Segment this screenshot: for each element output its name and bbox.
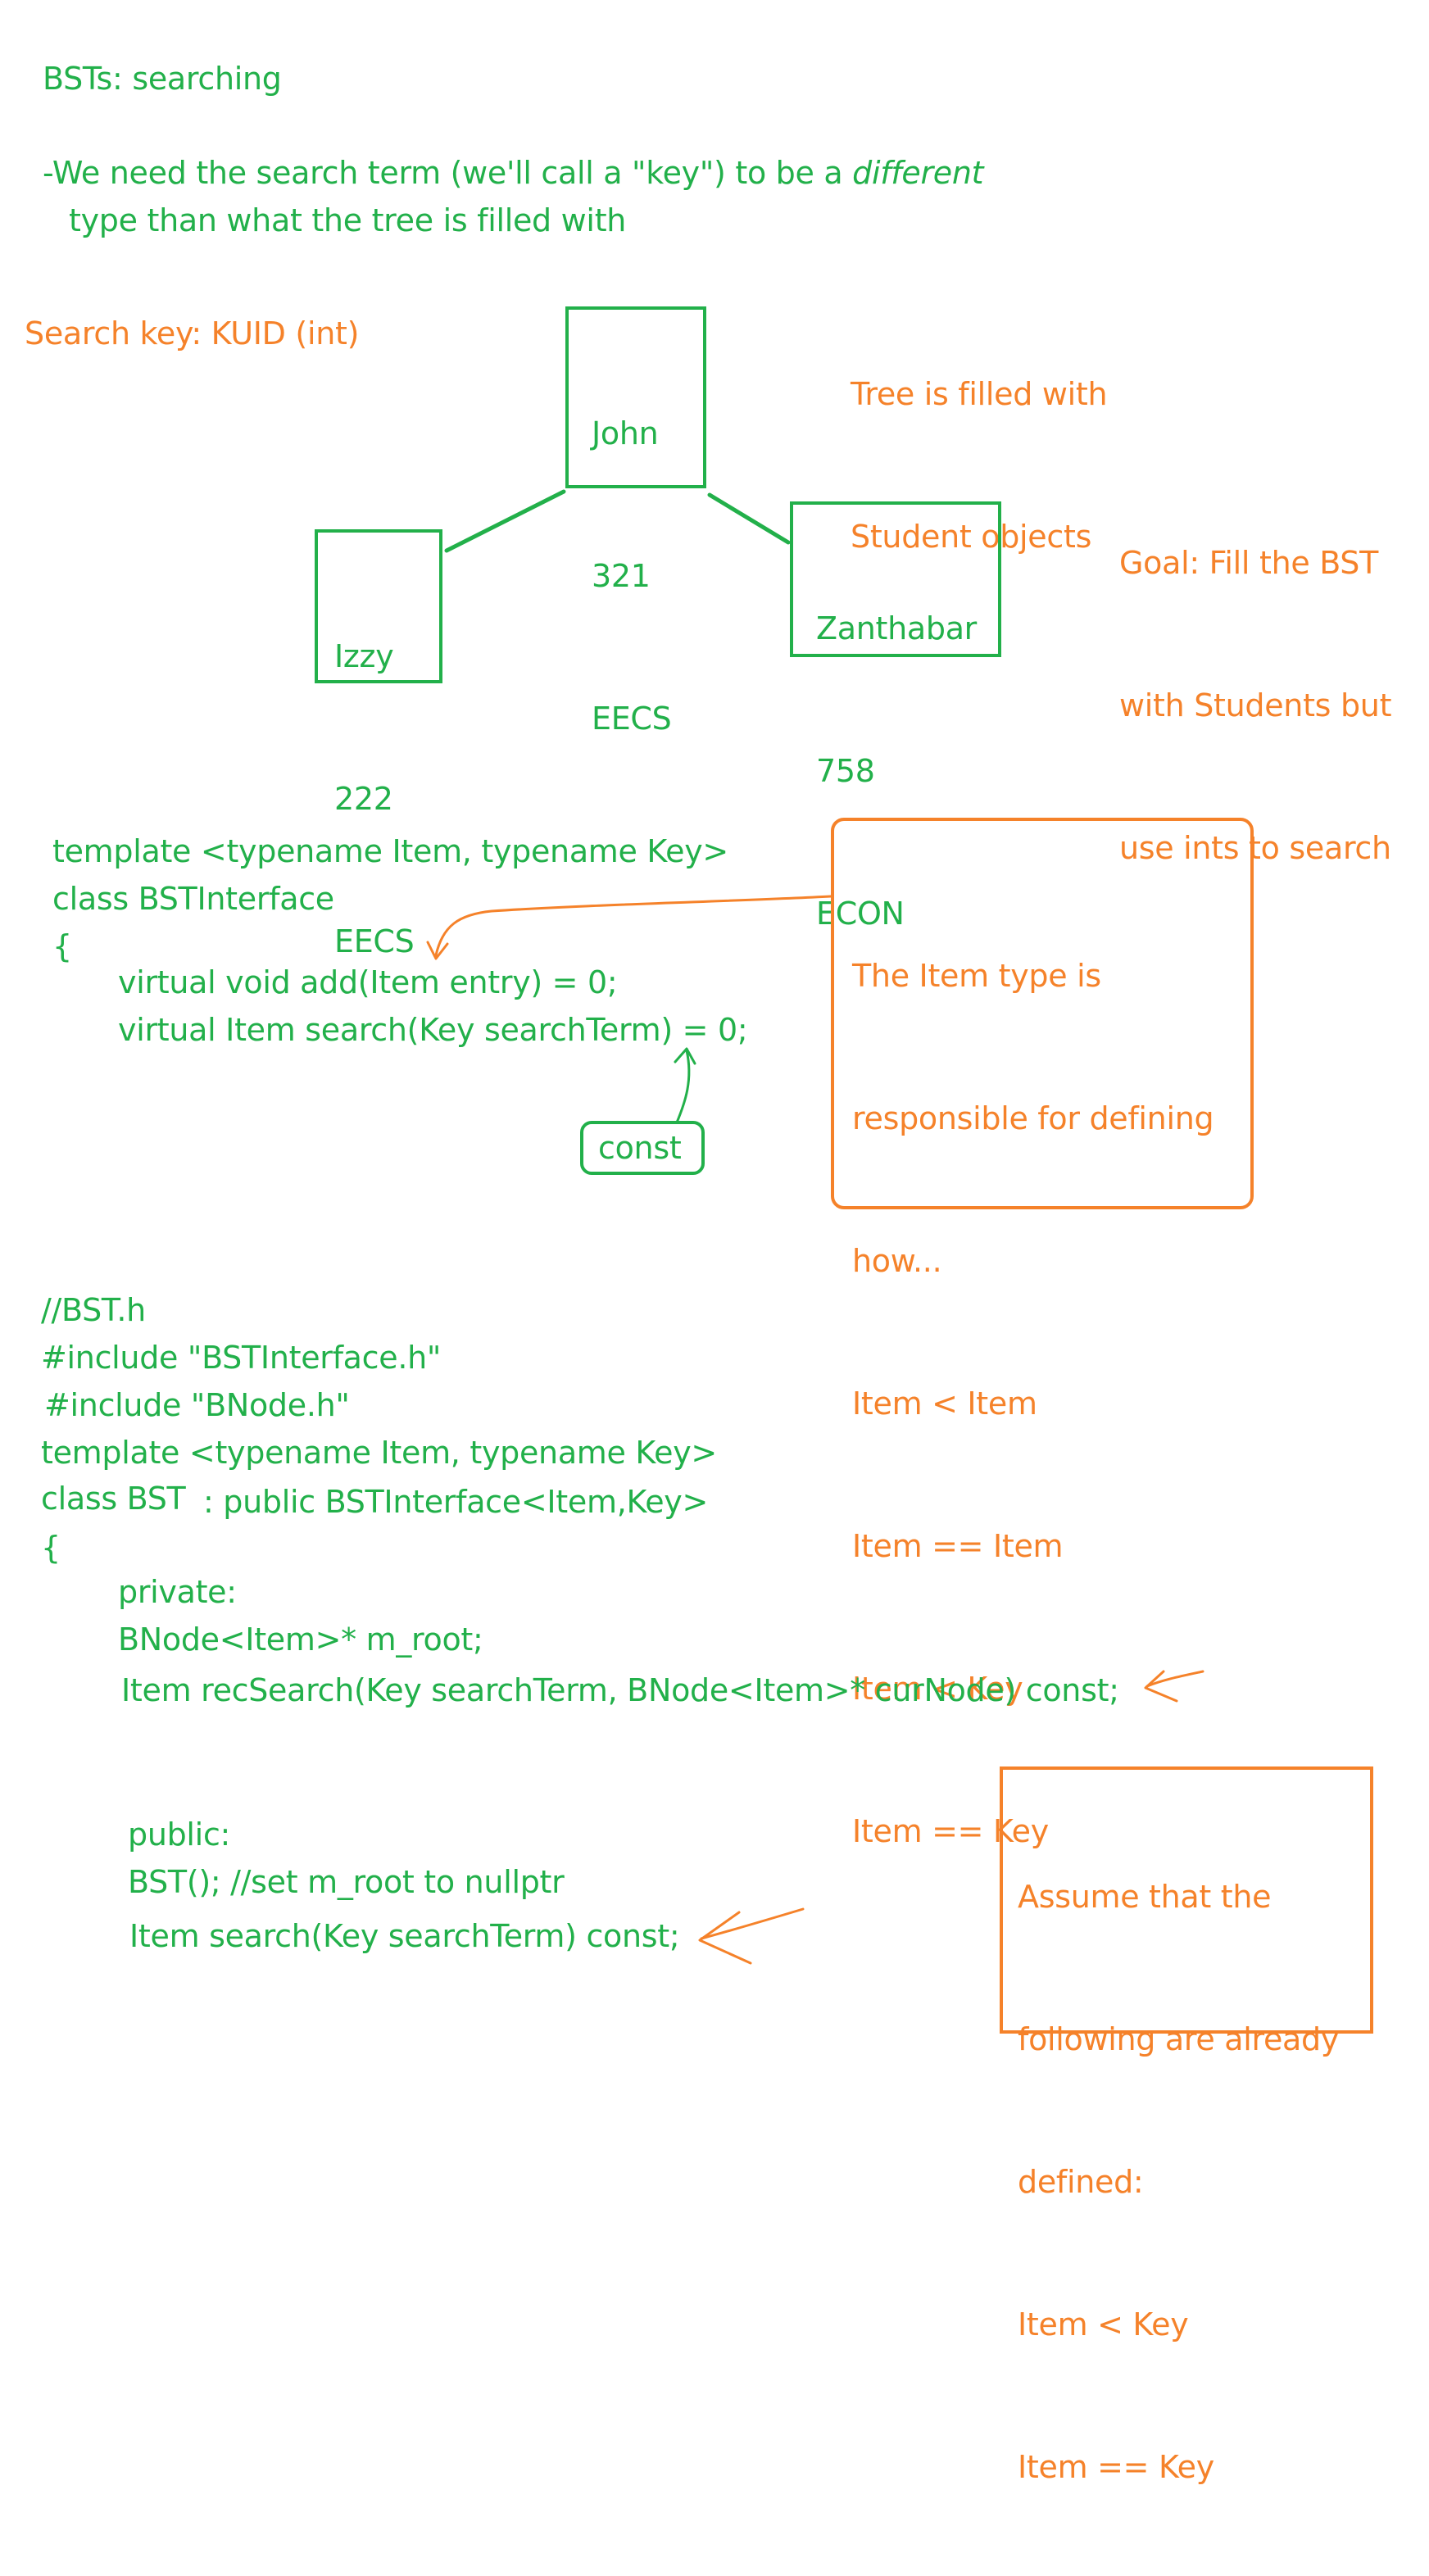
annotation-arrows bbox=[426, 895, 1204, 1965]
const-arrow bbox=[675, 1049, 691, 1124]
const-arrowhead bbox=[674, 1047, 696, 1065]
item-note-arrow bbox=[434, 895, 832, 957]
search-decl-arrow bbox=[700, 1907, 805, 1940]
